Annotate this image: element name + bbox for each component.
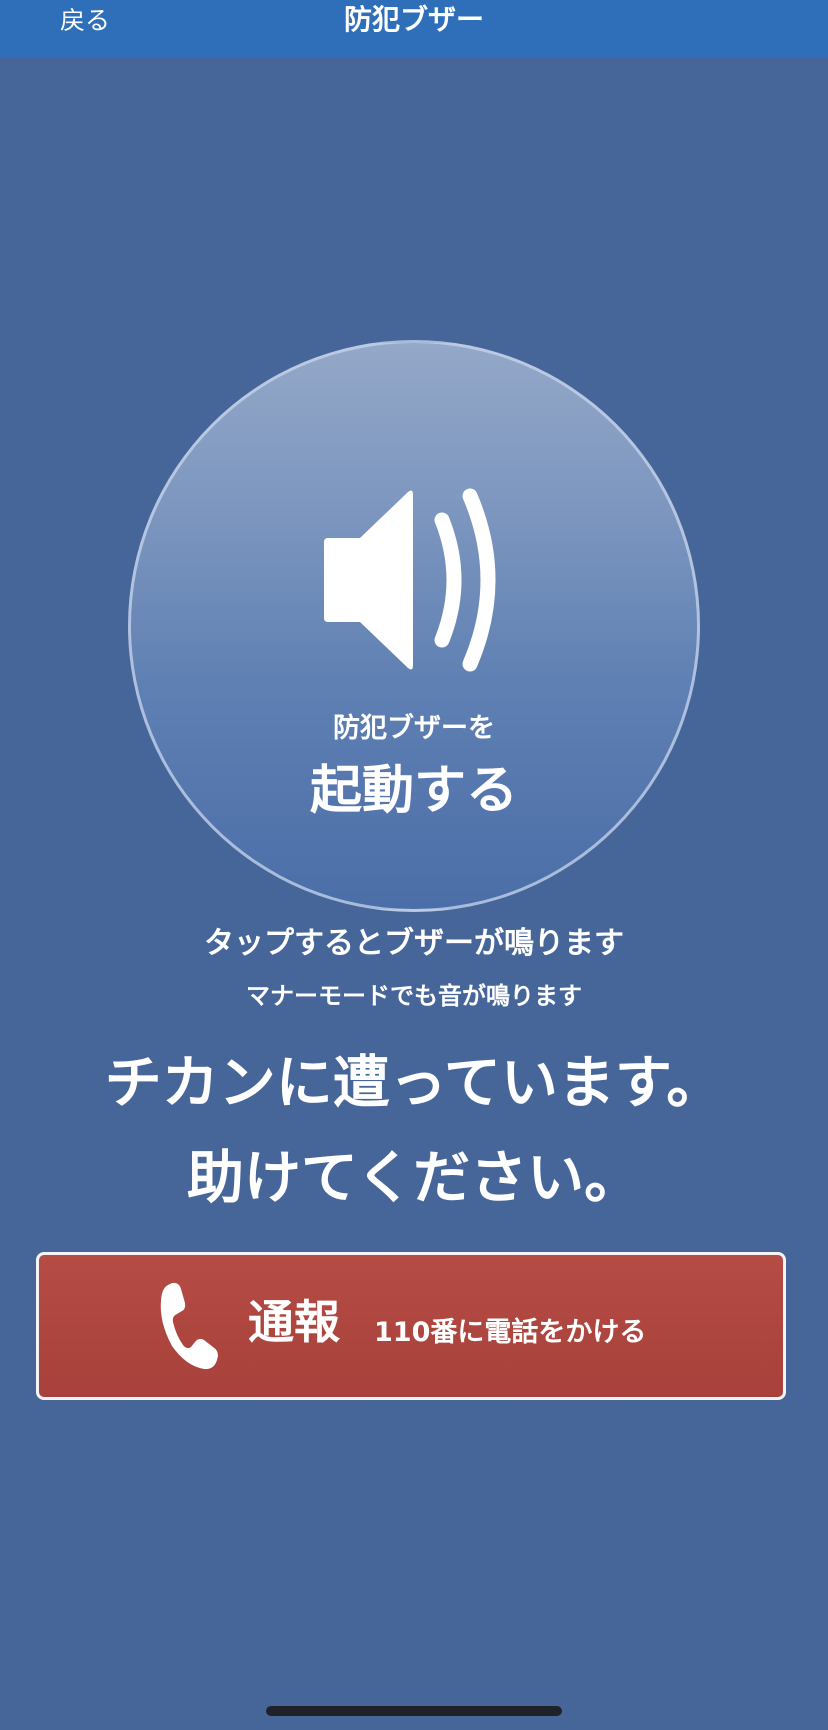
navigation-bar: 戻る 防犯ブザー (0, 0, 828, 58)
buzzer-label: 起動する (309, 761, 518, 821)
phone-icon (160, 1282, 218, 1370)
help-message-line2: 助けてください。 (186, 1145, 642, 1211)
speaker-icon (324, 488, 496, 672)
silent-mode-hint: マナーモードでも音が鳴ります (246, 982, 582, 1010)
home-indicator[interactable] (266, 1706, 562, 1716)
tap-hint: タップするとブザーが鳴ります (204, 926, 624, 961)
buzzer-subtitle: 防犯ブザーを (333, 713, 495, 744)
call-description: 110番に電話をかける (374, 1317, 647, 1348)
call-label: 通報 (248, 1295, 340, 1349)
help-message-line1: チカンに遭っています。 (104, 1050, 724, 1116)
page-title: 防犯ブザー (343, 3, 484, 36)
